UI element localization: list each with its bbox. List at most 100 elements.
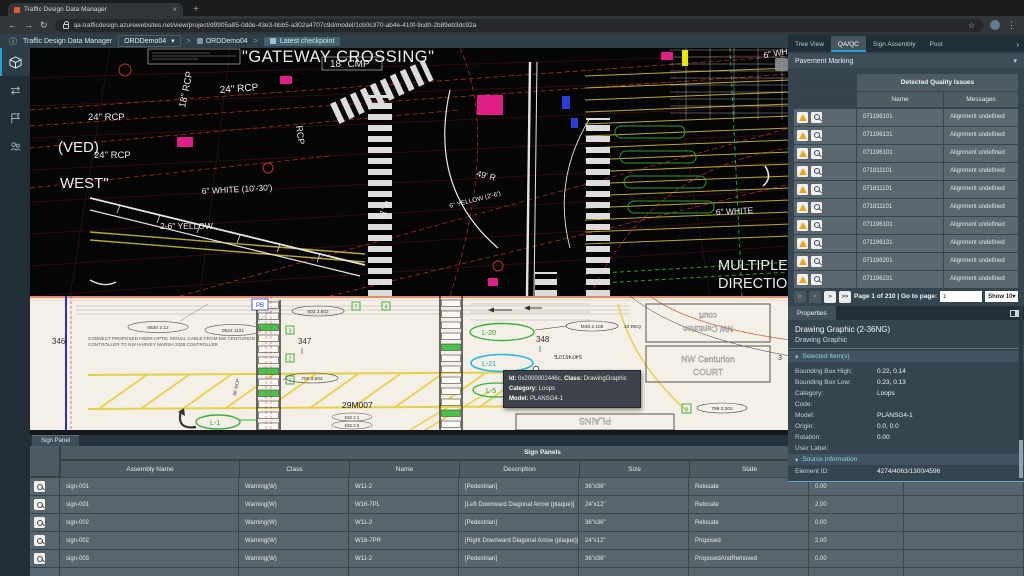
property-row: Bounding Box Low:0.23, 0.13 <box>795 377 1014 388</box>
issue-row[interactable]: 071811101Alignment undefined <box>794 181 1018 198</box>
warning-button[interactable] <box>797 238 808 249</box>
warning-button[interactable] <box>797 184 808 195</box>
right-panel: Tree View QA/QC Sign Assembly Post › Pav… <box>788 36 1024 482</box>
warning-icon <box>799 114 807 121</box>
street-bot-line1: NW Centurion <box>681 354 735 364</box>
property-row: Model:PLANSG4-1 <box>795 410 1014 421</box>
tab-properties[interactable]: Properties <box>788 306 836 320</box>
warning-button[interactable] <box>797 274 808 285</box>
locate-button[interactable] <box>34 535 45 546</box>
col-class[interactable]: Class <box>240 461 350 477</box>
magnifier-icon <box>37 538 43 544</box>
issue-row[interactable]: 071196131Alignment undefined <box>794 127 1018 144</box>
tab-tree-view[interactable]: Tree View <box>788 36 831 52</box>
locate-button[interactable] <box>34 517 45 528</box>
locate-button[interactable] <box>34 481 45 492</box>
flag-icon <box>9 112 22 125</box>
tabs-overflow-icon[interactable]: › <box>1011 36 1024 52</box>
goto-page-input[interactable] <box>940 291 982 302</box>
loop-l1: L-1 <box>210 420 220 427</box>
zoom-to-button[interactable] <box>811 256 822 267</box>
model-icon <box>197 38 203 44</box>
tab-sign-panel[interactable]: Sign Panel <box>32 435 79 446</box>
pavement-marking-label: Pavement Marking <box>795 58 853 65</box>
forward-button[interactable]: → <box>24 21 33 30</box>
col-description[interactable]: Description <box>460 461 580 477</box>
zoom-to-button[interactable] <box>811 238 822 249</box>
selected-items-section[interactable]: ▾ Selected Item(s) <box>788 351 1024 362</box>
first-page-button[interactable]: |< <box>794 291 806 303</box>
browser-tab[interactable]: Traffic Design Data Manager × <box>8 3 183 16</box>
zoom-to-button[interactable] <box>811 274 822 285</box>
issue-row[interactable]: 071196131Alignment undefined <box>794 235 1018 252</box>
warning-button[interactable] <box>797 166 808 177</box>
cad-viewport[interactable]: "GATEWAY CROSSING" 18" CMP 18" RCP 24" R… <box>30 48 790 296</box>
source-information-section[interactable]: ▾ Source Information <box>788 454 1024 465</box>
table-row[interactable]: sign-002Warning(W)W11-2[Pedestrian]36"x3… <box>30 514 1024 531</box>
sidebar-item-sync[interactable] <box>0 76 30 104</box>
checkpoint-chip[interactable]: Latest checkpoint <box>264 37 340 46</box>
warning-button[interactable] <box>797 202 808 213</box>
warning-button[interactable] <box>797 220 808 231</box>
table-row[interactable]: sign-001Warning(W)W16-7PL[Left Downward … <box>30 496 1024 513</box>
locate-button[interactable] <box>34 499 45 510</box>
profile-avatar[interactable] <box>990 20 1000 30</box>
col-size[interactable]: Size <box>580 461 690 477</box>
warning-button[interactable] <box>797 148 808 159</box>
zoom-to-button[interactable] <box>811 166 822 177</box>
last-page-button[interactable]: >> <box>839 291 851 303</box>
zoom-to-button[interactable] <box>811 202 822 213</box>
sidebar-item-users[interactable] <box>0 132 30 160</box>
tab-post[interactable]: Post <box>923 36 950 52</box>
tab-qaqc[interactable]: QA/QC <box>831 36 866 52</box>
label-pb: PB <box>256 303 264 309</box>
magnifier-icon <box>814 222 820 228</box>
breadcrumb-model[interactable]: ORDDemo04 <box>197 38 248 45</box>
project-dropdown[interactable]: ORDDemo04 ▾ <box>118 35 181 47</box>
tab-sign-assembly[interactable]: Sign Assembly <box>866 36 923 52</box>
panel-scrollbar-thumb[interactable] <box>1019 440 1023 478</box>
panel-layout-icon[interactable] <box>1010 310 1019 317</box>
pavement-marking-header[interactable]: Pavement Marking ▾ <box>788 54 1024 68</box>
sidebar-item-flags[interactable] <box>0 104 30 132</box>
new-tab-button[interactable]: + <box>193 4 199 15</box>
col-assembly-name[interactable]: Assembly Name <box>61 461 240 477</box>
table-row[interactable]: sign-002Warning(W)W16-7PR[Right Downward… <box>30 532 1024 549</box>
issue-row[interactable]: 071196231Alignment undefined <box>794 271 1018 288</box>
zoom-to-button[interactable] <box>811 148 822 159</box>
warning-button[interactable] <box>797 256 808 267</box>
page-size-select[interactable]: Show 10▾ <box>985 291 1018 302</box>
warning-button[interactable] <box>797 130 808 141</box>
warning-button[interactable] <box>797 112 808 123</box>
next-page-button[interactable]: > <box>824 291 836 303</box>
issue-row[interactable]: 071196101Alignment undefined <box>794 217 1018 234</box>
table-row[interactable] <box>30 568 1024 576</box>
url-bar[interactable]: qa-trafficdesign.azurewebsites.net/view/… <box>55 19 983 32</box>
zoom-to-button[interactable] <box>811 112 822 123</box>
reload-button[interactable]: ↻ <box>40 21 48 30</box>
bookmark-star-icon[interactable]: ☆ <box>968 21 975 30</box>
issue-row[interactable]: 071811101Alignment undefined <box>794 163 1018 180</box>
zoom-to-button[interactable] <box>811 130 822 141</box>
issue-row[interactable]: 071196101Alignment undefined <box>794 145 1018 162</box>
issue-row[interactable]: 071196101Alignment undefined <box>794 109 1018 126</box>
issue-row[interactable]: 071196201Alignment undefined <box>794 253 1018 270</box>
browser-menu-icon[interactable]: ⋮ <box>1007 21 1016 30</box>
page-size-value: Show 10 <box>988 294 1012 300</box>
selected-items-label: Selected Item(s) <box>802 353 849 360</box>
prev-page-button[interactable]: < <box>809 291 821 303</box>
property-row: Rotation:0.00 <box>795 432 1014 443</box>
back-button[interactable]: ← <box>8 21 17 30</box>
table-row[interactable]: sign-003Warning(W)W11-2[Pedestrian]36"x3… <box>30 550 1024 567</box>
plan-sheet-viewport[interactable]: 346 CONNECT PROPOSED FIBER-OPTIC SIGNAL … <box>30 296 790 430</box>
issue-row[interactable]: 071811101Alignment undefined <box>794 199 1018 216</box>
locate-button[interactable] <box>34 553 45 564</box>
info-icon[interactable]: ⓘ <box>9 36 17 47</box>
zoom-to-button[interactable] <box>811 184 822 195</box>
zoom-to-button[interactable] <box>811 220 822 231</box>
warning-icon <box>799 240 807 247</box>
tab-close-icon[interactable]: × <box>172 6 177 14</box>
street-bot-line2: COURT <box>693 367 723 377</box>
col-name[interactable]: Name <box>350 461 460 477</box>
sidebar-item-model[interactable] <box>0 48 30 76</box>
